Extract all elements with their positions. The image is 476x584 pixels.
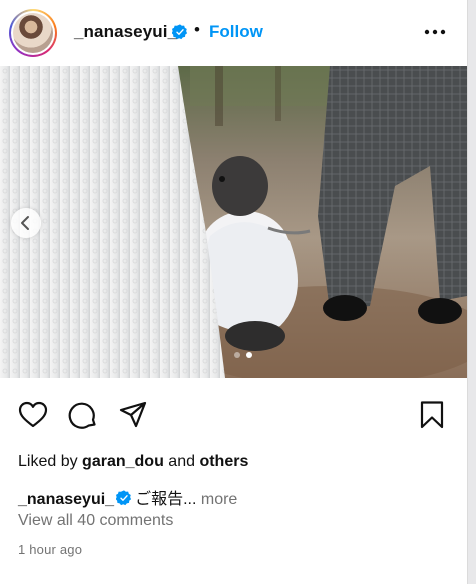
verified-badge-icon xyxy=(172,24,188,40)
share-icon[interactable] xyxy=(118,400,148,430)
carousel-indicator xyxy=(234,352,254,358)
carousel-dot-active xyxy=(246,352,252,358)
more-horizontal-icon[interactable] xyxy=(424,26,446,38)
caption-username[interactable]: _nanaseyui_ xyxy=(18,491,114,508)
view-comments-link[interactable]: View all 40 comments xyxy=(18,512,173,530)
likes-middle: and xyxy=(168,453,195,470)
likes-others-link[interactable]: others xyxy=(199,453,248,470)
liked-by-user[interactable]: garan_dou xyxy=(82,453,164,470)
separator-dot: • xyxy=(194,20,200,39)
post-timestamp: 1 hour ago xyxy=(18,542,83,557)
comment-icon[interactable] xyxy=(68,400,98,430)
caption-more-link[interactable]: more xyxy=(201,491,237,508)
post-image[interactable] xyxy=(0,66,467,378)
carousel-prev-button[interactable] xyxy=(11,208,41,238)
scrollbar-track[interactable] xyxy=(467,0,476,584)
heart-icon[interactable] xyxy=(18,400,48,430)
likes-prefix: Liked by xyxy=(18,453,78,470)
post-username[interactable]: _nanaseyui_ xyxy=(74,22,177,42)
avatar[interactable] xyxy=(9,9,57,57)
bookmark-icon[interactable] xyxy=(417,400,447,430)
caption-text: ご報告... xyxy=(135,491,197,508)
post-caption: _nanaseyui_ ご報告... more xyxy=(18,485,237,509)
verified-badge-icon xyxy=(116,490,132,506)
instagram-post-card: _nanaseyui_ • Follow Liked by garan_dou … xyxy=(0,0,467,584)
likes-summary: Liked by garan_dou and others xyxy=(18,453,248,471)
follow-button[interactable]: Follow xyxy=(209,22,263,42)
carousel-dot xyxy=(234,352,240,358)
post-header: _nanaseyui_ • Follow xyxy=(0,0,467,66)
